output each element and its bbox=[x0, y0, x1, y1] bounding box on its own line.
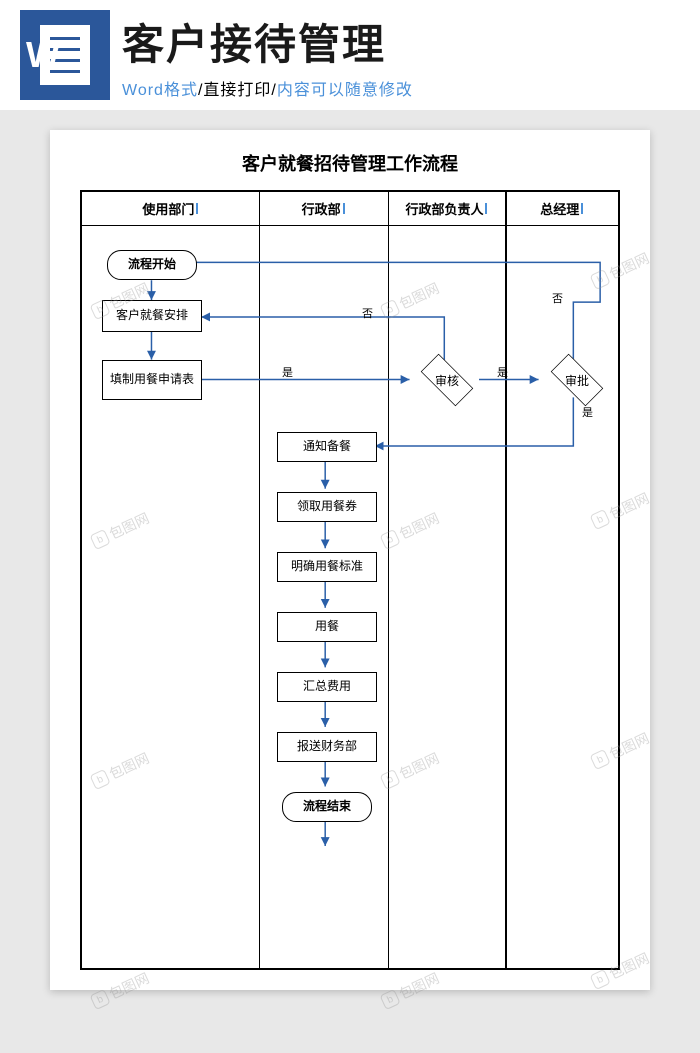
start-node: 流程开始 bbox=[107, 250, 197, 280]
process-node: 报送财务部 bbox=[277, 732, 377, 762]
flow-label: 否 bbox=[552, 290, 563, 306]
header-subtitle: Word格式/直接打印/内容可以随意修改 bbox=[122, 76, 680, 100]
flow-label: 是 bbox=[282, 364, 293, 380]
document-page: 客户就餐招待管理工作流程 使用部门 行政部 行政部负责人 总经理 bbox=[50, 130, 650, 990]
document-title: 客户就餐招待管理工作流程 bbox=[80, 150, 620, 176]
process-node: 填制用餐申请表 bbox=[102, 360, 202, 400]
process-node: 通知备餐 bbox=[277, 432, 377, 462]
col-header: 行政部 bbox=[259, 192, 388, 226]
process-node: 客户就餐安排 bbox=[102, 300, 202, 332]
end-node: 流程结束 bbox=[282, 792, 372, 822]
process-node: 领取用餐券 bbox=[277, 492, 377, 522]
header-banner: W 客户接待管理 Word格式/直接打印/内容可以随意修改 bbox=[0, 0, 700, 110]
header-title: 客户接待管理 bbox=[122, 11, 680, 72]
flow-label: 否 bbox=[362, 305, 373, 321]
col-header: 使用部门 bbox=[82, 192, 259, 226]
decision-node: 审批 bbox=[542, 362, 612, 398]
process-node: 明确用餐标准 bbox=[277, 552, 377, 582]
swimlane-grid: 使用部门 行政部 行政部负责人 总经理 bbox=[80, 190, 620, 970]
process-node: 汇总费用 bbox=[277, 672, 377, 702]
flow-label: 是 bbox=[582, 404, 593, 420]
decision-node: 审核 bbox=[412, 362, 482, 398]
col-header: 行政部负责人 bbox=[388, 192, 506, 226]
col-header: 总经理 bbox=[505, 192, 618, 226]
flow-label: 是 bbox=[497, 364, 508, 380]
word-icon: W bbox=[20, 10, 110, 100]
process-node: 用餐 bbox=[277, 612, 377, 642]
